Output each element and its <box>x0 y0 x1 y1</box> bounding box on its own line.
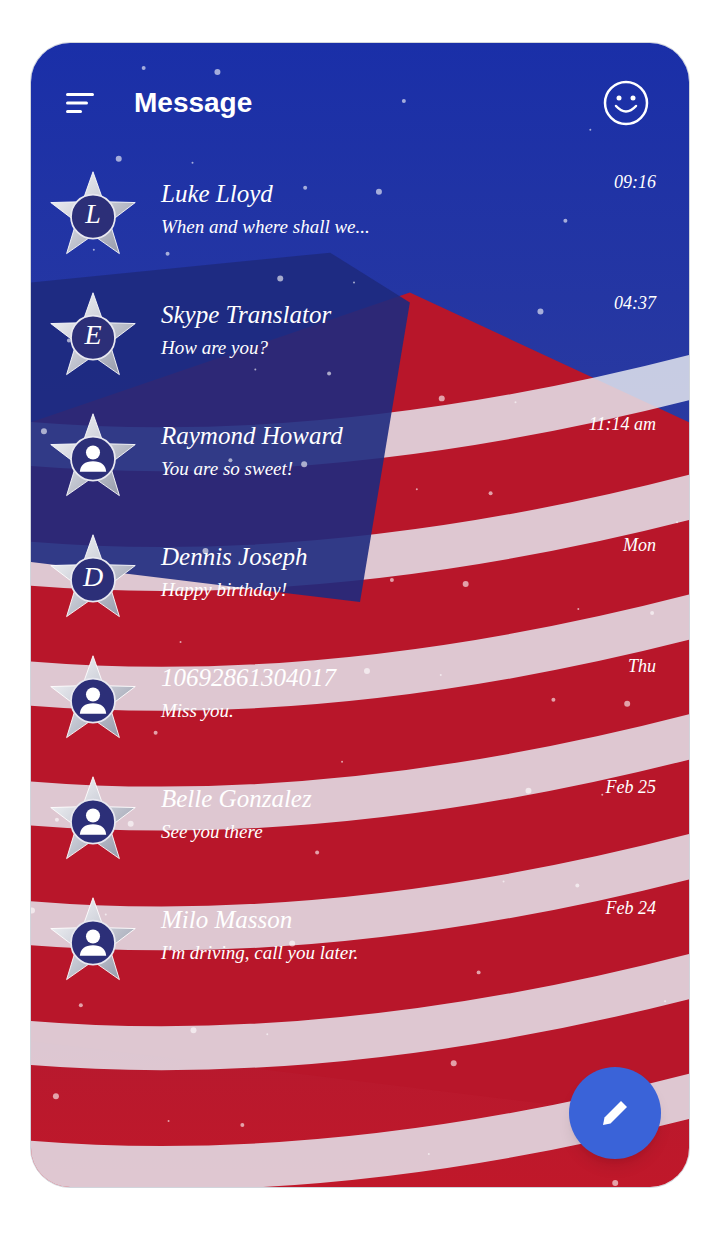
conversation-list: L Luke Lloyd When and where shall we... 09:… <box>31 153 689 1000</box>
message-time: 04:37 <box>614 290 656 317</box>
conversation-row[interactable]: Raymond Howard You are so sweet! 11:14 am <box>31 395 689 516</box>
conversation-row[interactable]: Milo Masson I'm driving, call you later. F… <box>31 879 689 1000</box>
message-preview: How are you? <box>161 335 604 361</box>
message-preview: You are so sweet! <box>161 456 579 482</box>
smiley-icon[interactable] <box>603 80 649 126</box>
person-icon <box>80 687 106 713</box>
flag-background-icon <box>31 43 689 1187</box>
conversation-row[interactable]: L Luke Lloyd When and where shall we... 09:… <box>31 153 689 274</box>
contact-name: 10692861304017 <box>161 662 618 694</box>
message-preview: I'm driving, call you later. <box>161 940 596 966</box>
avatar: E <box>49 291 137 379</box>
message-preview: When and where shall we... <box>161 214 604 240</box>
avatar <box>49 896 137 984</box>
compose-button[interactable] <box>569 1067 661 1159</box>
contact-name: Skype Translator <box>161 299 604 331</box>
avatar <box>49 412 137 500</box>
avatar-letter: L <box>49 200 137 228</box>
conversation-row[interactable]: 10692861304017 Miss you. Thu <box>31 637 689 758</box>
avatar <box>49 775 137 863</box>
avatar-letter: E <box>49 321 137 349</box>
star-icon <box>49 412 137 500</box>
message-preview: Miss you. <box>161 698 618 724</box>
header-title: Message <box>134 82 252 124</box>
person-icon <box>80 808 106 834</box>
avatar <box>49 654 137 742</box>
contact-name: Milo Masson <box>161 904 596 936</box>
message-time: Feb 25 <box>606 774 656 801</box>
message-time: Thu <box>628 653 656 680</box>
avatar-letter: D <box>49 563 137 591</box>
star-icon <box>49 775 137 863</box>
contact-name: Raymond Howard <box>161 420 579 452</box>
message-time: 11:14 am <box>589 411 656 438</box>
menu-icon[interactable] <box>66 91 94 115</box>
conversation-row[interactable]: D Dennis Joseph Happy birthday! Mon <box>31 516 689 637</box>
message-preview: Happy birthday! <box>161 577 613 603</box>
message-time: Feb 24 <box>606 895 656 922</box>
pencil-icon <box>597 1095 633 1131</box>
person-icon <box>80 445 106 471</box>
person-icon <box>80 929 106 955</box>
message-time: 09:16 <box>614 169 656 196</box>
conversation-row[interactable]: Belle Gonzalez See you there Feb 25 <box>31 758 689 879</box>
star-icon <box>49 654 137 742</box>
avatar: D <box>49 533 137 621</box>
message-time: Mon <box>623 532 656 559</box>
avatar: L <box>49 170 137 258</box>
phone-screen: Message L Luke Lloyd When and where shall w… <box>30 42 690 1188</box>
message-preview: See you there <box>161 819 596 845</box>
header: Message <box>31 43 689 153</box>
contact-name: Dennis Joseph <box>161 541 613 573</box>
star-icon <box>49 896 137 984</box>
contact-name: Belle Gonzalez <box>161 783 596 815</box>
contact-name: Luke Lloyd <box>161 178 604 210</box>
conversation-row[interactable]: E Skype Translator How are you? 04:37 <box>31 274 689 395</box>
